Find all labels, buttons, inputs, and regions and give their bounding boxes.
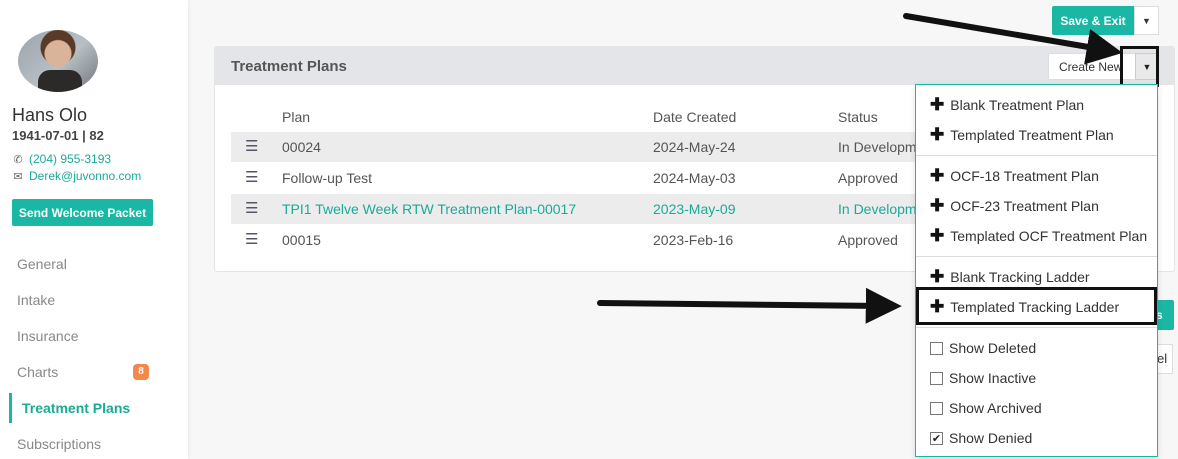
- menu-divider: [916, 155, 1157, 156]
- menu-divider: [916, 256, 1157, 257]
- table-row[interactable]: ☰ 00024 2024-May-24 In Developm: [231, 132, 931, 162]
- checkbox-icon[interactable]: [930, 401, 943, 415]
- column-header-date[interactable]: Date Created: [653, 109, 736, 125]
- plan-status: In Developm: [838, 139, 917, 155]
- menu-item-blank-treatment-plan[interactable]: ✚ Blank Treatment Plan: [916, 90, 1157, 120]
- filter-label: Show Archived: [949, 400, 1042, 416]
- plus-icon: ✚: [930, 226, 945, 245]
- plan-name[interactable]: TPI1 Twelve Week RTW Treatment Plan-0001…: [282, 194, 576, 224]
- sidebar-item-charts[interactable]: Charts 8: [0, 354, 188, 390]
- sidebar-item-general[interactable]: General: [0, 246, 188, 282]
- save-exit-button[interactable]: Save & Exit: [1052, 6, 1134, 35]
- patient-dob-age: 1941-07-01 | 82: [12, 128, 104, 143]
- menu-item-templated-ocf-treatment-plan[interactable]: ✚ Templated OCF Treatment Plan: [916, 221, 1157, 251]
- caret-down-icon: ▼: [1142, 15, 1151, 26]
- list-icon[interactable]: ☰: [245, 194, 258, 224]
- create-new-caret[interactable]: ▼: [1135, 53, 1159, 80]
- table-row[interactable]: ☰ TPI1 Twelve Week RTW Treatment Plan-00…: [231, 194, 931, 224]
- plan-date: 2023-Feb-16: [653, 232, 734, 248]
- menu-item-label: Templated OCF Treatment Plan: [950, 228, 1148, 244]
- patient-avatar[interactable]: [18, 30, 98, 92]
- patient-email-text[interactable]: Derek@juvonno.com: [29, 169, 141, 183]
- sidebar-nav: General Intake Insurance Charts 8 Treatm…: [0, 246, 188, 459]
- list-icon[interactable]: ☰: [245, 132, 258, 162]
- menu-item-label: Blank Treatment Plan: [950, 97, 1085, 113]
- filter-label: Show Inactive: [949, 370, 1037, 386]
- panel-header: Treatment Plans: [215, 47, 1174, 85]
- patient-phone[interactable]: ✆ (204) 955-3193: [12, 152, 111, 166]
- sidebar-item-subscriptions[interactable]: Subscriptions: [0, 426, 188, 459]
- sidebar-item-intake[interactable]: Intake: [0, 282, 188, 318]
- plan-status: Approved: [838, 232, 898, 248]
- create-new-button[interactable]: Create New: [1048, 53, 1136, 80]
- sidebar-item-insurance[interactable]: Insurance: [0, 318, 188, 354]
- menu-divider: [916, 327, 1157, 328]
- column-header-plan[interactable]: Plan: [282, 109, 310, 125]
- menu-item-label: Templated Tracking Ladder: [950, 299, 1120, 315]
- plan-status: In Developm: [838, 201, 917, 217]
- envelope-icon: ✉: [13, 170, 23, 183]
- hidden-white-button[interactable]: el: [1157, 344, 1173, 374]
- filter-label: Show Deleted: [949, 340, 1037, 356]
- menu-item-label: Templated Treatment Plan: [950, 127, 1114, 143]
- plan-status: Approved: [838, 170, 898, 186]
- menu-item-templated-treatment-plan[interactable]: ✚ Templated Treatment Plan: [916, 120, 1157, 150]
- menu-item-blank-tracking-ladder[interactable]: ✚ Blank Tracking Ladder: [916, 262, 1157, 292]
- sidebar-item-charts-label: Charts: [17, 364, 59, 380]
- send-welcome-packet-button[interactable]: Send Welcome Packet: [12, 199, 153, 226]
- list-icon[interactable]: ☰: [245, 225, 258, 255]
- menu-item-label: OCF-23 Treatment Plan: [950, 198, 1099, 214]
- plan-name[interactable]: 00015: [282, 225, 321, 255]
- plus-icon: ✚: [930, 95, 945, 114]
- column-header-status[interactable]: Status: [838, 109, 878, 125]
- plan-date: 2024-May-03: [653, 170, 736, 186]
- menu-item-label: Blank Tracking Ladder: [950, 269, 1090, 285]
- plan-name[interactable]: Follow-up Test: [282, 163, 372, 193]
- plan-name[interactable]: 00024: [282, 132, 321, 162]
- panel-title: Treatment Plans: [231, 57, 347, 75]
- patient-sidebar: Hans Olo 1941-07-01 | 82 ✆ (204) 955-319…: [0, 0, 188, 459]
- create-new-dropdown: ✚ Blank Treatment Plan ✚ Templated Treatme…: [915, 84, 1158, 457]
- patient-name: Hans Olo: [12, 105, 88, 125]
- filter-show-denied[interactable]: ✔ Show Denied: [916, 423, 1157, 453]
- arrow-to-templated-tracking-ladder: [597, 287, 902, 324]
- table-row[interactable]: ☰ Follow-up Test 2024-May-03 Approved: [231, 163, 931, 193]
- checkbox-checked-icon[interactable]: ✔: [930, 431, 943, 445]
- plus-icon: ✚: [930, 196, 945, 215]
- phone-icon: ✆: [13, 153, 23, 166]
- checkbox-icon[interactable]: [930, 371, 943, 385]
- caret-down-icon: ▼: [1142, 61, 1152, 72]
- menu-item-label: OCF-18 Treatment Plan: [950, 168, 1099, 184]
- plan-date: 2023-May-09: [653, 201, 736, 217]
- plus-icon: ✚: [930, 166, 945, 185]
- patient-phone-text[interactable]: (204) 955-3193: [29, 152, 111, 166]
- hidden-teal-button[interactable]: s: [1157, 300, 1174, 330]
- plus-icon: ✚: [930, 125, 945, 144]
- plan-date: 2024-May-24: [653, 139, 736, 155]
- patient-email[interactable]: ✉ Derek@juvonno.com: [12, 169, 141, 183]
- checkbox-icon[interactable]: [930, 341, 943, 355]
- list-icon[interactable]: ☰: [245, 163, 258, 193]
- menu-item-templated-tracking-ladder[interactable]: ✚ Templated Tracking Ladder: [916, 292, 1157, 322]
- menu-item-ocf18-treatment-plan[interactable]: ✚ OCF-18 Treatment Plan: [916, 161, 1157, 191]
- filter-show-deleted[interactable]: Show Deleted: [916, 333, 1157, 363]
- plus-icon: ✚: [930, 267, 945, 286]
- filter-label: Show Denied: [949, 430, 1033, 446]
- plus-icon: ✚: [930, 297, 945, 316]
- save-options-caret[interactable]: ▼: [1134, 6, 1159, 35]
- table-row[interactable]: ☰ 00015 2023-Feb-16 Approved: [231, 225, 931, 255]
- filter-show-inactive[interactable]: Show Inactive: [916, 363, 1157, 393]
- sidebar-item-treatment-plans[interactable]: Treatment Plans: [0, 390, 188, 426]
- menu-item-ocf23-treatment-plan[interactable]: ✚ OCF-23 Treatment Plan: [916, 191, 1157, 221]
- charts-count-badge: 8: [133, 364, 149, 380]
- filter-show-archived[interactable]: Show Archived: [916, 393, 1157, 423]
